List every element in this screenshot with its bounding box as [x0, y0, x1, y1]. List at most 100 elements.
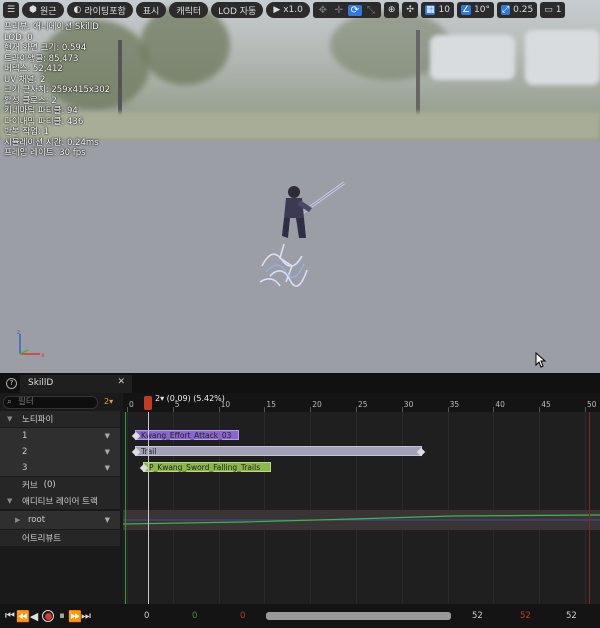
scrollbar-thumb[interactable] [266, 612, 451, 620]
surface-snap-button[interactable]: ✣ [402, 2, 418, 18]
character-button[interactable]: 캐릭터 [169, 2, 209, 18]
stat-line: 다이내믹 파티클: 436 [4, 116, 84, 127]
notify-timeline-panel: ? SkillD ✕ ⌕ 필터 2▾ ▼ 노티파이 1 ▼ 2 ▼ 3 ▼ 커브 [0, 373, 600, 628]
ruler-tick-label: 30 [403, 400, 414, 409]
ruler-tick-label: 40 [495, 400, 505, 409]
expand-arrow-icon[interactable]: ▶ [15, 516, 20, 524]
notifies-section[interactable]: ▼ 노티파이 [0, 411, 120, 427]
green-frame-field[interactable]: 0 [192, 611, 197, 621]
viewport-toolbar: ☰ ⬢ 원근 ◐ 라이팅포함 표시 캐릭터 LOD 자동 ▶ x1.0 ✥ ✛ ⟳ ⤡… [0, 0, 600, 20]
ruler-tick-label: 10 [220, 400, 231, 409]
pause-icon[interactable]: ⏸ [56, 609, 68, 623]
filter-input[interactable]: ⌕ 필터 [3, 396, 98, 409]
perspective-button[interactable]: ⬢ 원근 [22, 2, 64, 18]
lighting-button[interactable]: ◐ 라이팅포함 [66, 2, 133, 18]
help-icon[interactable]: ? [6, 378, 17, 389]
record-button[interactable] [42, 610, 54, 622]
dropdown-arrow-icon[interactable]: ▼ [105, 464, 110, 472]
skip-to-end-icon[interactable]: ⏭ [80, 609, 92, 623]
ruler-tick [310, 407, 312, 412]
grid-snap-button[interactable]: ▦ 10 [420, 2, 454, 18]
ruler-tick-label: 50 [587, 400, 597, 409]
play-reverse-icon[interactable]: ◀ [28, 610, 40, 623]
notify-event[interactable]: Kwang_Effort_Attack_03 [135, 430, 239, 440]
move-icon[interactable]: ✛ [332, 5, 346, 16]
ruler-tick-label: 0 [129, 400, 134, 409]
ruler-tick [172, 407, 174, 412]
additive-layers-section[interactable]: ▼ 애디티브 레이어 트랙 [0, 493, 120, 509]
collapse-arrow-icon: ▼ [7, 415, 13, 423]
close-icon[interactable]: ✕ [117, 377, 125, 387]
scale-icon[interactable]: ⤡ [364, 5, 378, 16]
start-frame-field[interactable]: 0 [144, 611, 149, 621]
viewport-menu-button[interactable]: ☰ [3, 2, 20, 18]
svg-text:z: z [17, 330, 20, 336]
ruler-tick [356, 407, 357, 412]
dropdown-arrow-icon[interactable]: ▼ [105, 448, 110, 456]
transport-bar: ⏮ ⏪ ◀ ⏸ ⏩ ⏭ 0 0 0 52 52 52 [0, 604, 600, 628]
rotation-snap-button[interactable]: ∠ 10° [456, 2, 494, 18]
axis-gizmo: x z [17, 330, 45, 359]
camera-speed-button[interactable]: ▭ 1 [540, 2, 566, 18]
ruler-tick [127, 407, 128, 412]
ruler-tick [585, 407, 586, 412]
world-local-button[interactable]: ⊕ [383, 2, 400, 18]
ruler-tick [539, 407, 541, 412]
end-red-field[interactable]: 52 [520, 611, 531, 621]
step-back-icon[interactable]: ⏪ [16, 610, 30, 623]
notify-track-1[interactable]: 1 ▼ [0, 428, 120, 444]
preview-viewport[interactable]: ☰ ⬢ 원근 ◐ 라이팅포함 표시 캐릭터 LOD 자동 ▶ x1.0 ✥ ✛ ⟳ ⤡… [0, 0, 600, 373]
notify-event[interactable]: P_Kwang_Sword_Falling_Trails [143, 462, 271, 472]
show-button[interactable]: 표시 [135, 2, 167, 18]
playhead-line[interactable] [148, 412, 149, 620]
collapse-arrow-icon: ▼ [7, 497, 13, 505]
notify-state-event[interactable]: Trail [135, 446, 422, 456]
ruler-tick-label: 25 [358, 400, 368, 409]
play-icon: ▶ [273, 5, 281, 15]
globe-icon: ⊕ [387, 5, 396, 15]
search-icon: ⌕ [7, 397, 12, 407]
curves-section[interactable]: 커브 (0) [0, 477, 120, 493]
playhead-label: 2▾ (0.09) (5.42%) [155, 394, 225, 403]
step-forward-icon[interactable]: ⏩ [68, 610, 82, 623]
select-icon[interactable]: ✥ [316, 5, 330, 16]
scale-snap-button[interactable]: ⤢ 0.25 [496, 2, 538, 18]
viewport-stats: 프리뷰: 애니메이션 SkillD LOD: 0 현재 화면 크기: 0.594… [4, 22, 110, 159]
ruler-tick [218, 407, 220, 412]
attributes-section[interactable]: 어트리뷰트 [0, 530, 120, 546]
transform-tools: ✥ ✛ ⟳ ⤡ [312, 2, 381, 18]
end-frame-field[interactable]: 52 [566, 611, 577, 621]
start-marker [125, 412, 126, 620]
stat-line: 키네마틱 파티클: 94 [4, 106, 78, 116]
notify-track-2[interactable]: 2 ▼ [0, 444, 120, 460]
ruler-tick [401, 407, 403, 412]
timeline-scrollbar[interactable] [266, 612, 451, 620]
stat-line: 반복 작업: 1 [4, 127, 49, 137]
skip-to-start-icon[interactable]: ⏮ [4, 609, 16, 623]
lod-button[interactable]: LOD 자동 [211, 2, 264, 18]
view-end-field[interactable]: 52 [472, 611, 483, 621]
timeline-area[interactable]: Kwang_Effort_Attack_03 Trail P_Kwang_Swo… [123, 393, 600, 620]
stat-line: 버텍스: 52,412 [4, 64, 63, 74]
grid-icon: ▦ [424, 5, 436, 15]
ruler-tick [447, 407, 449, 412]
frame-indicator[interactable]: 2▾ [104, 397, 113, 406]
rotate-icon[interactable]: ⟳ [347, 4, 362, 16]
dropdown-arrow-icon[interactable]: ▼ [105, 432, 110, 440]
mouse-cursor-icon [535, 352, 547, 368]
cube-icon: ⬢ [29, 5, 37, 15]
camera-icon: ▭ [544, 5, 553, 15]
root-track[interactable]: ▶ root ▼ [0, 511, 120, 529]
ruler-tick-label: 20 [312, 400, 322, 409]
panel-tab-bar: ? SkillD ✕ [0, 373, 600, 393]
scale-snap-icon: ⤢ [500, 5, 511, 15]
red-frame-field[interactable]: 0 [240, 611, 245, 621]
tab-skilld[interactable]: SkillD ✕ [20, 375, 132, 393]
playback-speed-button[interactable]: ▶ x1.0 [266, 2, 310, 18]
playhead-handle[interactable] [144, 396, 152, 410]
dropdown-arrow-icon[interactable]: ▼ [105, 516, 110, 524]
stat-line: 크기 근사치: 259x415x302 [4, 85, 111, 95]
ruler-tick-label: 45 [541, 400, 551, 409]
notify-track-3[interactable]: 3 ▼ [0, 460, 120, 476]
stat-line: 활성 클로스: 2 [4, 95, 57, 106]
